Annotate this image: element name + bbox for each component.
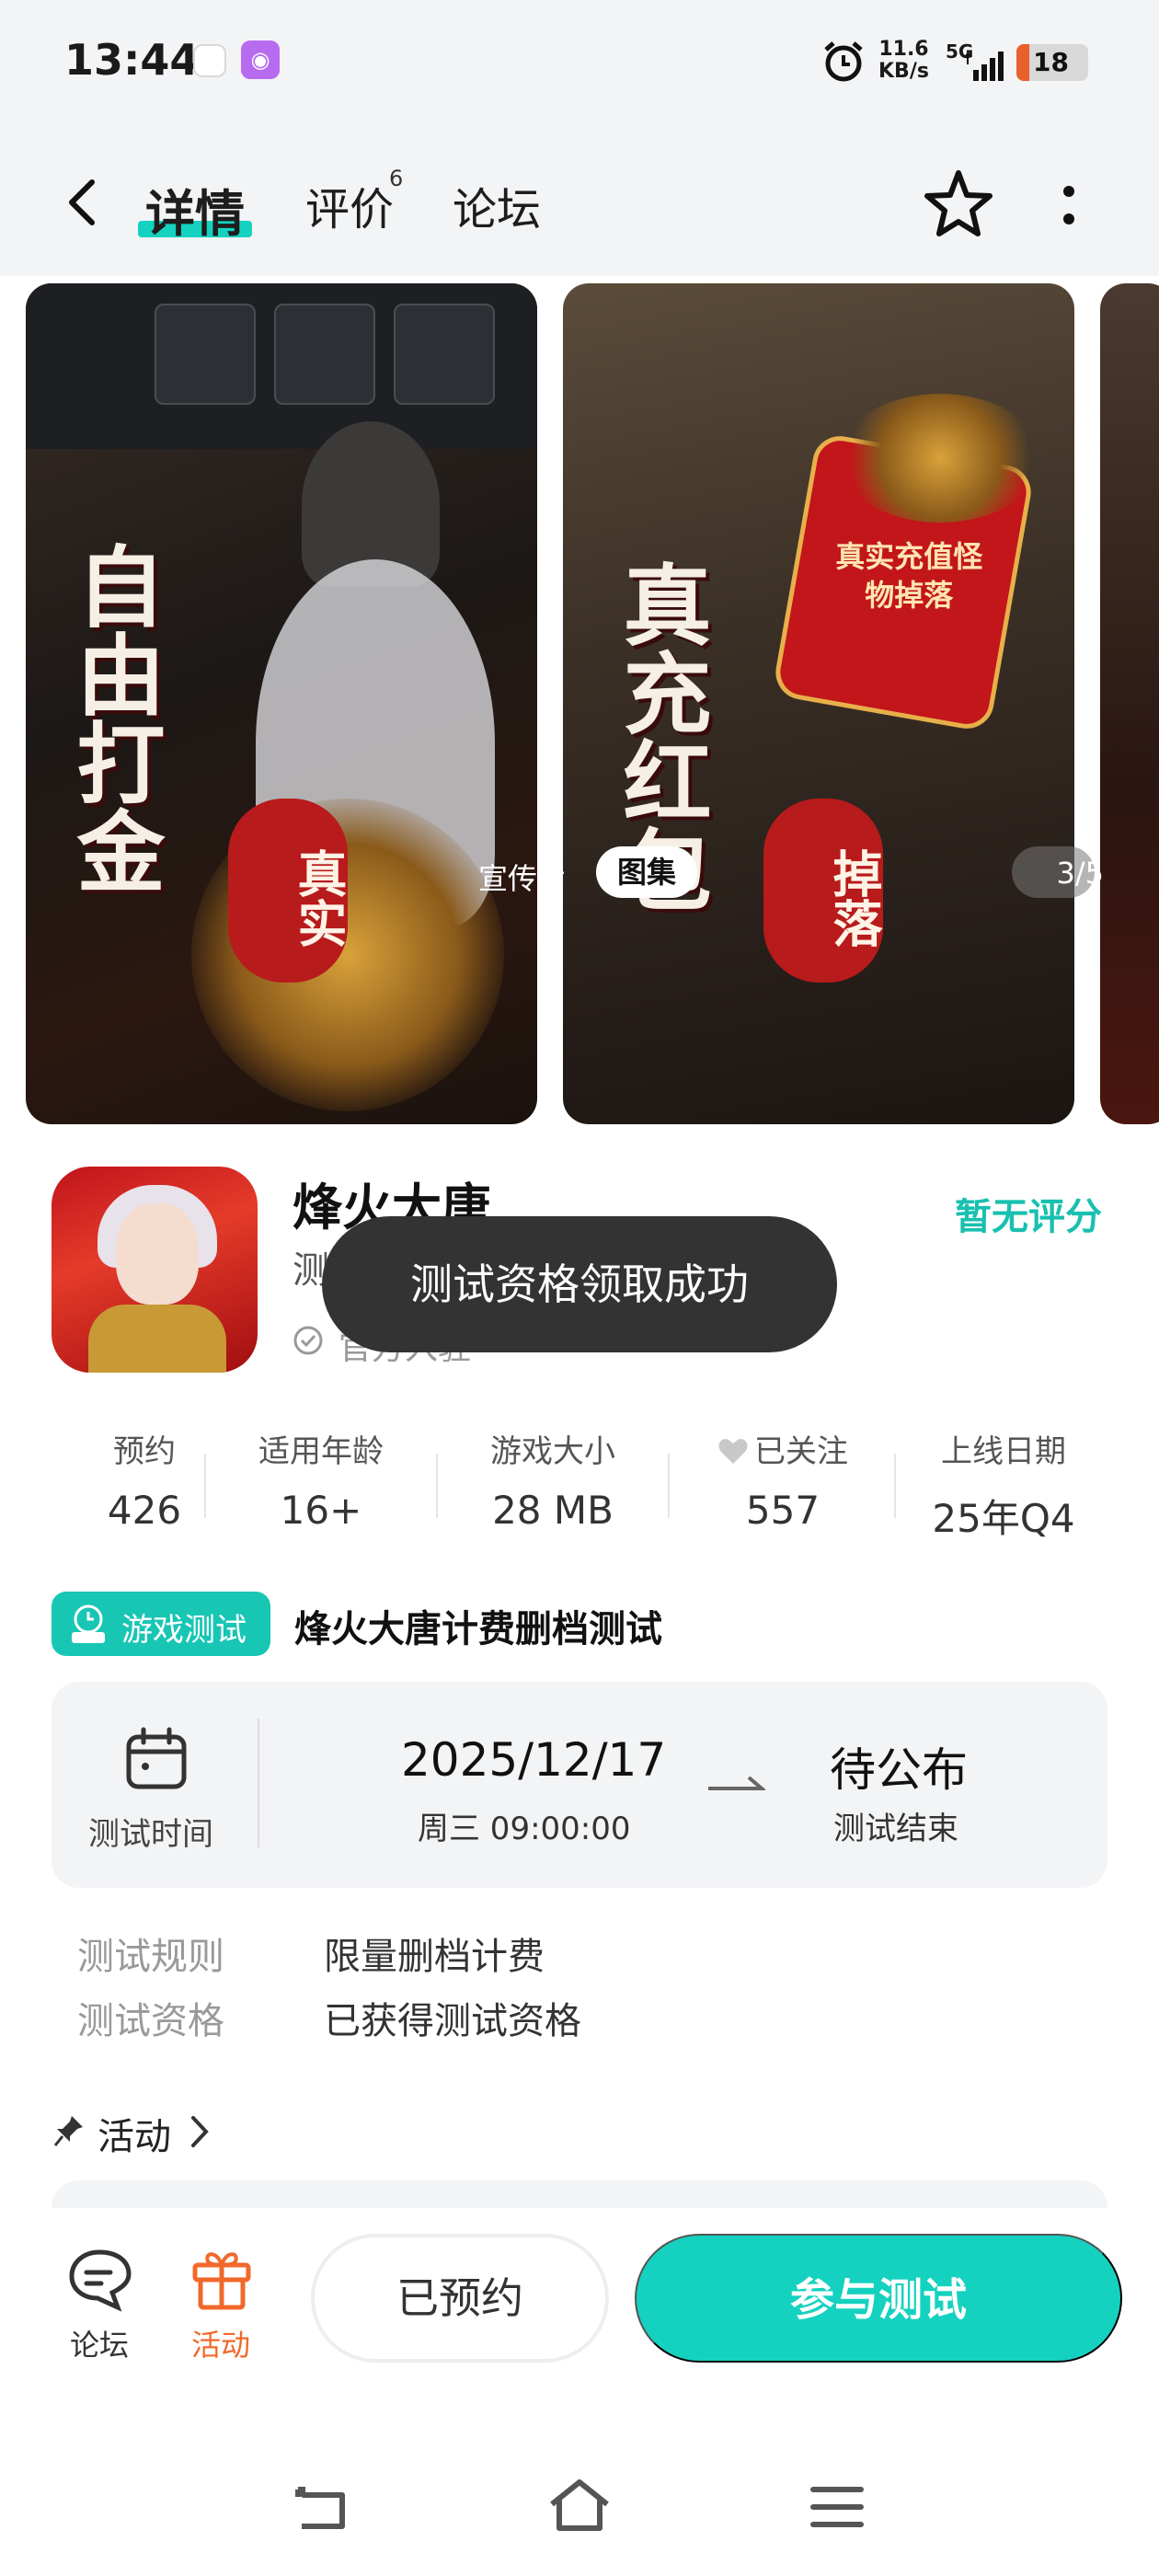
stat-label: 适用年龄 bbox=[258, 1433, 384, 1470]
calendar-icon bbox=[126, 1727, 187, 1789]
stat-value: 557 bbox=[745, 1488, 820, 1533]
stat-divider bbox=[204, 1454, 206, 1518]
game-icon bbox=[52, 1167, 258, 1373]
join-test-button[interactable]: 参与测试 bbox=[635, 2234, 1122, 2363]
net-speed: 11.6 KB/s bbox=[878, 39, 929, 83]
slide-ui-cell bbox=[394, 304, 495, 405]
test-time-label: 测试时间 bbox=[88, 1816, 213, 1853]
stat-age-rating: 适用年龄 16+ bbox=[215, 1426, 427, 1533]
activity-section-title[interactable]: 活动 bbox=[98, 2107, 171, 2160]
slide-seal: 掉落 bbox=[763, 799, 883, 983]
system-nav-bar bbox=[0, 2392, 1159, 2576]
nav-home-icon[interactable] bbox=[546, 2477, 613, 2534]
slide-gold-pile bbox=[839, 394, 1041, 523]
back-arrow-icon[interactable] bbox=[61, 177, 101, 228]
signal-icon bbox=[965, 52, 1004, 81]
game-stats: 预约 426 适用年龄 16+ 游戏大小 28 MB 已关注 557 上线日期 … bbox=[52, 1426, 1109, 1546]
heart-icon bbox=[718, 1439, 748, 1464]
test-rule-value: 限量删档计费 bbox=[324, 1936, 545, 1978]
gift-icon[interactable] bbox=[189, 2245, 254, 2311]
review-count-badge: 6 bbox=[389, 166, 404, 191]
activity-label[interactable]: 活动 bbox=[191, 2322, 250, 2364]
game-icon-face bbox=[116, 1203, 199, 1305]
slide-headline: 自由打金 bbox=[62, 541, 166, 894]
media-gallery[interactable]: 自由打金 真实 真实充值怪物掉落 真充红包 掉落 宣传片 图集 3/5 bbox=[0, 276, 1159, 1132]
gallery-slide-peek[interactable] bbox=[1100, 283, 1159, 1124]
test-start-date: 2025/12/17 bbox=[401, 1733, 667, 1787]
game-test-badge: 游戏测试 bbox=[52, 1592, 270, 1656]
gallery-slide[interactable]: 自由打金 真实 bbox=[26, 283, 537, 1124]
forum-icon[interactable] bbox=[66, 2247, 134, 2313]
nav-back-icon[interactable] bbox=[291, 2482, 350, 2534]
test-name: 烽火大唐计费删档测试 bbox=[294, 1608, 662, 1650]
gallery-album-tab[interactable]: 图集 bbox=[596, 846, 697, 898]
gallery-slide[interactable]: 真实充值怪物掉落 真充红包 掉落 bbox=[563, 283, 1074, 1124]
status-time: 13:44 bbox=[64, 35, 200, 85]
tab-forum[interactable]: 论坛 bbox=[453, 173, 541, 237]
pin-icon bbox=[53, 2116, 83, 2146]
tab-details-label: 详情 bbox=[145, 185, 245, 243]
forum-label[interactable]: 论坛 bbox=[70, 2322, 129, 2364]
test-end-label: 测试结束 bbox=[833, 1811, 958, 1847]
test-start-time: 周三 09:00:00 bbox=[418, 1811, 631, 1847]
game-icon-dress bbox=[88, 1305, 226, 1373]
bottom-action-bar: 论坛 活动 已预约 参与测试 bbox=[0, 2208, 1159, 2392]
card-divider bbox=[258, 1719, 259, 1847]
stat-value: 25年Q4 bbox=[932, 1496, 1075, 1541]
chevron-right-icon[interactable] bbox=[189, 2114, 210, 2149]
slide-ui-cell bbox=[155, 304, 256, 405]
notification-app-icon bbox=[193, 44, 226, 77]
more-menu-icon[interactable] bbox=[1056, 182, 1082, 230]
stat-launch-date: 上线日期 25年Q4 bbox=[898, 1426, 1109, 1544]
slide-game-ui bbox=[26, 283, 537, 449]
alarm-icon bbox=[824, 41, 863, 82]
stat-game-size: 游戏大小 28 MB bbox=[447, 1426, 659, 1533]
test-schedule-card: 测试时间 2025/12/17 周三 09:00:00 待公布 测试结束 bbox=[52, 1682, 1107, 1888]
tab-details[interactable]: 详情 bbox=[145, 173, 245, 246]
net-speed-value: 11.6 bbox=[878, 38, 929, 61]
stat-label-text: 已关注 bbox=[754, 1433, 848, 1470]
stat-value: 16+ bbox=[280, 1488, 362, 1533]
slide-ui-cell bbox=[274, 304, 375, 405]
slide-red-packet-text: 真实充值怪物掉落 bbox=[835, 538, 983, 613]
check-circle-icon bbox=[293, 1326, 323, 1355]
notification-app-icon: ◉ bbox=[241, 40, 280, 79]
favorite-star-icon[interactable] bbox=[920, 166, 997, 243]
arrow-right-icon bbox=[708, 1776, 765, 1790]
status-bar: 13:44 ◉ 11.6 KB/s 5G 18 bbox=[0, 0, 1159, 129]
slide-seal: 真实 bbox=[228, 799, 348, 983]
gallery-counter: 3/5 bbox=[1056, 856, 1105, 891]
nav-menu-icon[interactable] bbox=[809, 2484, 865, 2530]
stat-value: 28 MB bbox=[492, 1488, 614, 1533]
test-clock-icon bbox=[72, 1604, 105, 1643]
stat-divider bbox=[436, 1454, 438, 1518]
stat-followers[interactable]: 已关注 557 bbox=[677, 1426, 889, 1533]
test-rule-label: 测试规则 bbox=[77, 1936, 224, 1978]
battery-fill bbox=[1016, 44, 1030, 81]
rating-label[interactable]: 暂无评分 bbox=[955, 1187, 1102, 1240]
gallery-promo-tab[interactable]: 宣传片 bbox=[478, 856, 567, 898]
reserved-button[interactable]: 已预约 bbox=[311, 2234, 609, 2363]
game-test-badge-label: 游戏测试 bbox=[121, 1612, 247, 1649]
top-nav: 详情 评价 6 论坛 bbox=[0, 129, 1159, 276]
net-speed-unit: KB/s bbox=[878, 60, 929, 83]
stat-divider bbox=[894, 1454, 896, 1518]
toast-message: 测试资格领取成功 bbox=[322, 1216, 837, 1352]
stat-divider bbox=[668, 1454, 670, 1518]
stat-label: 上线日期 bbox=[941, 1433, 1066, 1470]
test-qualification-label: 测试资格 bbox=[77, 2000, 224, 2042]
test-end-status: 待公布 bbox=[830, 1743, 968, 1797]
tab-reviews[interactable]: 评价 bbox=[305, 173, 394, 237]
test-qualification-value: 已获得测试资格 bbox=[324, 2000, 581, 2042]
battery-indicator: 18 bbox=[1016, 44, 1088, 81]
stat-label: 游戏大小 bbox=[490, 1433, 615, 1470]
stat-label: 已关注 bbox=[677, 1426, 889, 1471]
battery-level: 18 bbox=[1033, 47, 1069, 77]
